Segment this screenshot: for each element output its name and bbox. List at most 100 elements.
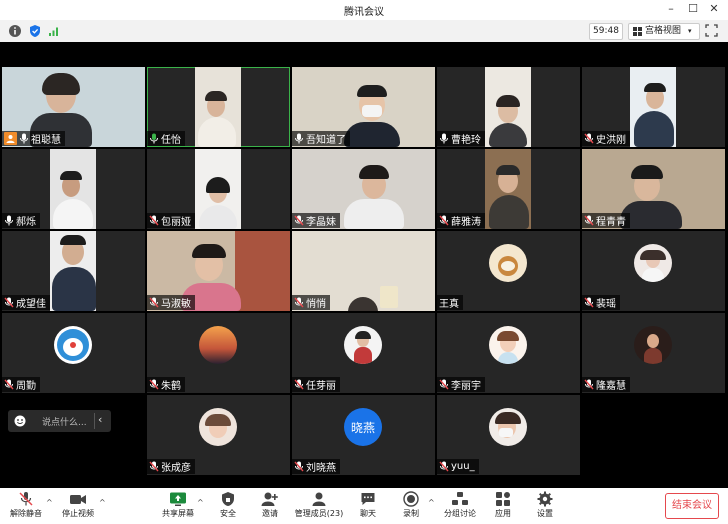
- participant-label: 周勤: [2, 377, 40, 392]
- view-mode-label: 宫格视图: [645, 26, 682, 36]
- chat-button[interactable]: 聊天: [355, 488, 381, 524]
- video-tile[interactable]: 晓燕 刘晓燕: [292, 395, 435, 475]
- mic-icon: [295, 133, 303, 144]
- shield-icon[interactable]: [28, 24, 42, 38]
- apps-icon: [496, 492, 510, 506]
- participant-label: 朱鹤: [147, 377, 185, 392]
- participant-name: 吾知道了: [306, 135, 346, 146]
- settings-button[interactable]: 设置: [532, 488, 558, 524]
- chevron-down-icon: ▾: [688, 27, 692, 35]
- video-tile[interactable]: 周勤: [2, 313, 145, 393]
- participant-label: 悄悄: [292, 295, 330, 310]
- invite-button[interactable]: 邀请: [256, 488, 284, 524]
- video-tile[interactable]: 张成彦: [147, 395, 290, 475]
- chevron-up-icon[interactable]: ^: [197, 498, 204, 507]
- video-tile[interactable]: 裴瑶: [582, 231, 725, 311]
- video-tile[interactable]: 郝烁: [2, 149, 145, 229]
- record-icon: [403, 491, 419, 507]
- participant-label: 史洪刚: [582, 131, 630, 146]
- stop-video-button[interactable]: 停止视频: [58, 488, 98, 524]
- fullscreen-icon[interactable]: [705, 24, 718, 37]
- grid-icon: [633, 27, 642, 36]
- avatar: [634, 326, 672, 364]
- end-meeting-button[interactable]: 结束会议: [665, 493, 719, 519]
- video-tile[interactable]: 曹艳玲: [437, 67, 580, 147]
- participant-name: 郝烁: [16, 217, 36, 228]
- mic-muted-icon: [584, 133, 594, 144]
- stop-video-label: 停止视频: [62, 509, 94, 518]
- breakout-button[interactable]: 分组讨论: [442, 488, 478, 524]
- participant-name: 包丽娅: [161, 217, 191, 228]
- unmute-button[interactable]: 解除静音: [8, 488, 44, 524]
- add-user-icon: [261, 492, 278, 506]
- avatar: [489, 244, 527, 282]
- participant-name: 程青青: [596, 217, 626, 228]
- chevron-up-icon[interactable]: ^: [99, 498, 106, 507]
- video-tile[interactable]: yuu_: [437, 395, 580, 475]
- emoji-icon[interactable]: [14, 415, 26, 427]
- video-tile[interactable]: 朱鹤: [147, 313, 290, 393]
- video-tile[interactable]: 王真: [437, 231, 580, 311]
- video-grid: 祖聪慧 任怡 吾知道了 曹艳玲 史洪刚 郝烁 包丽娅 李晶妹 薛雅涛 程青青 成…: [0, 42, 728, 488]
- participant-name: 马淑敏: [161, 299, 191, 310]
- video-tile[interactable]: 程青青: [582, 149, 725, 229]
- participant-label: 曹艳玲: [437, 131, 485, 146]
- chat-input[interactable]: 说点什么... ‹: [8, 410, 111, 432]
- breakout-icon: [452, 492, 468, 505]
- info-icon[interactable]: [8, 24, 22, 38]
- participant-name: 悄悄: [306, 299, 326, 310]
- video-tile[interactable]: 隆嘉慧: [582, 313, 725, 393]
- mic-muted-icon: [584, 215, 594, 226]
- participant-name: 王真: [439, 299, 459, 310]
- view-mode-dropdown[interactable]: 宫格视图 ▾: [628, 23, 700, 40]
- video-tile[interactable]: 李丽宇: [437, 313, 580, 393]
- video-tile[interactable]: 包丽娅: [147, 149, 290, 229]
- window-title: 腾讯会议: [344, 7, 384, 18]
- share-screen-button[interactable]: 共享屏幕: [160, 488, 196, 524]
- chevron-left-icon[interactable]: ‹: [98, 413, 102, 426]
- participant-name: 薛雅涛: [451, 217, 481, 228]
- video-tile[interactable]: 悄悄: [292, 231, 435, 311]
- participant-name: 成望佳: [16, 299, 46, 310]
- video-tile[interactable]: 任芽丽: [292, 313, 435, 393]
- close-icon[interactable]: ✕: [707, 3, 721, 15]
- video-tile[interactable]: 史洪刚: [582, 67, 725, 147]
- chevron-up-icon[interactable]: ^: [428, 498, 435, 507]
- avatar: [489, 408, 527, 446]
- breakout-label: 分组讨论: [444, 509, 476, 518]
- video-tile[interactable]: 李晶妹: [292, 149, 435, 229]
- participant-label: 吾知道了: [292, 131, 350, 146]
- maximize-icon[interactable]: ☐: [686, 3, 700, 15]
- shield-icon: [222, 492, 234, 506]
- mic-muted-icon: [19, 492, 33, 506]
- invite-label: 邀请: [262, 509, 278, 518]
- participant-name: 任芽丽: [306, 381, 336, 392]
- security-button[interactable]: 安全: [215, 488, 241, 524]
- info-bar: 59:48 宫格视图 ▾: [0, 20, 728, 43]
- record-button[interactable]: 录制: [398, 488, 424, 524]
- participant-label: 张成彦: [147, 459, 195, 474]
- minimize-icon[interactable]: –: [664, 3, 678, 15]
- divider: [94, 413, 95, 429]
- avatar: [54, 326, 92, 364]
- manage-members-button[interactable]: 管理成员(23): [292, 488, 346, 524]
- chevron-up-icon[interactable]: ^: [46, 498, 53, 507]
- video-tile[interactable]: 薛雅涛: [437, 149, 580, 229]
- mic-muted-icon: [149, 297, 159, 308]
- apps-button[interactable]: 应用: [490, 488, 516, 524]
- video-camera-icon: [70, 495, 86, 504]
- mic-muted-icon: [149, 379, 159, 390]
- participant-label: 薛雅涛: [437, 213, 485, 228]
- manage-members-label: 管理成员(23): [294, 509, 344, 518]
- video-tile[interactable]: 吾知道了: [292, 67, 435, 147]
- signal-icon[interactable]: [47, 24, 61, 38]
- video-tile[interactable]: 马淑敏: [147, 231, 290, 311]
- host-icon: [4, 132, 17, 145]
- video-tile[interactable]: 祖聪慧: [2, 67, 145, 147]
- mic-muted-icon: [294, 297, 304, 308]
- security-label: 安全: [220, 509, 236, 518]
- video-tile[interactable]: 成望佳: [2, 231, 145, 311]
- participant-name: 任怡: [161, 135, 181, 146]
- mic-muted-icon: [584, 297, 594, 308]
- video-tile[interactable]: 任怡: [147, 67, 290, 147]
